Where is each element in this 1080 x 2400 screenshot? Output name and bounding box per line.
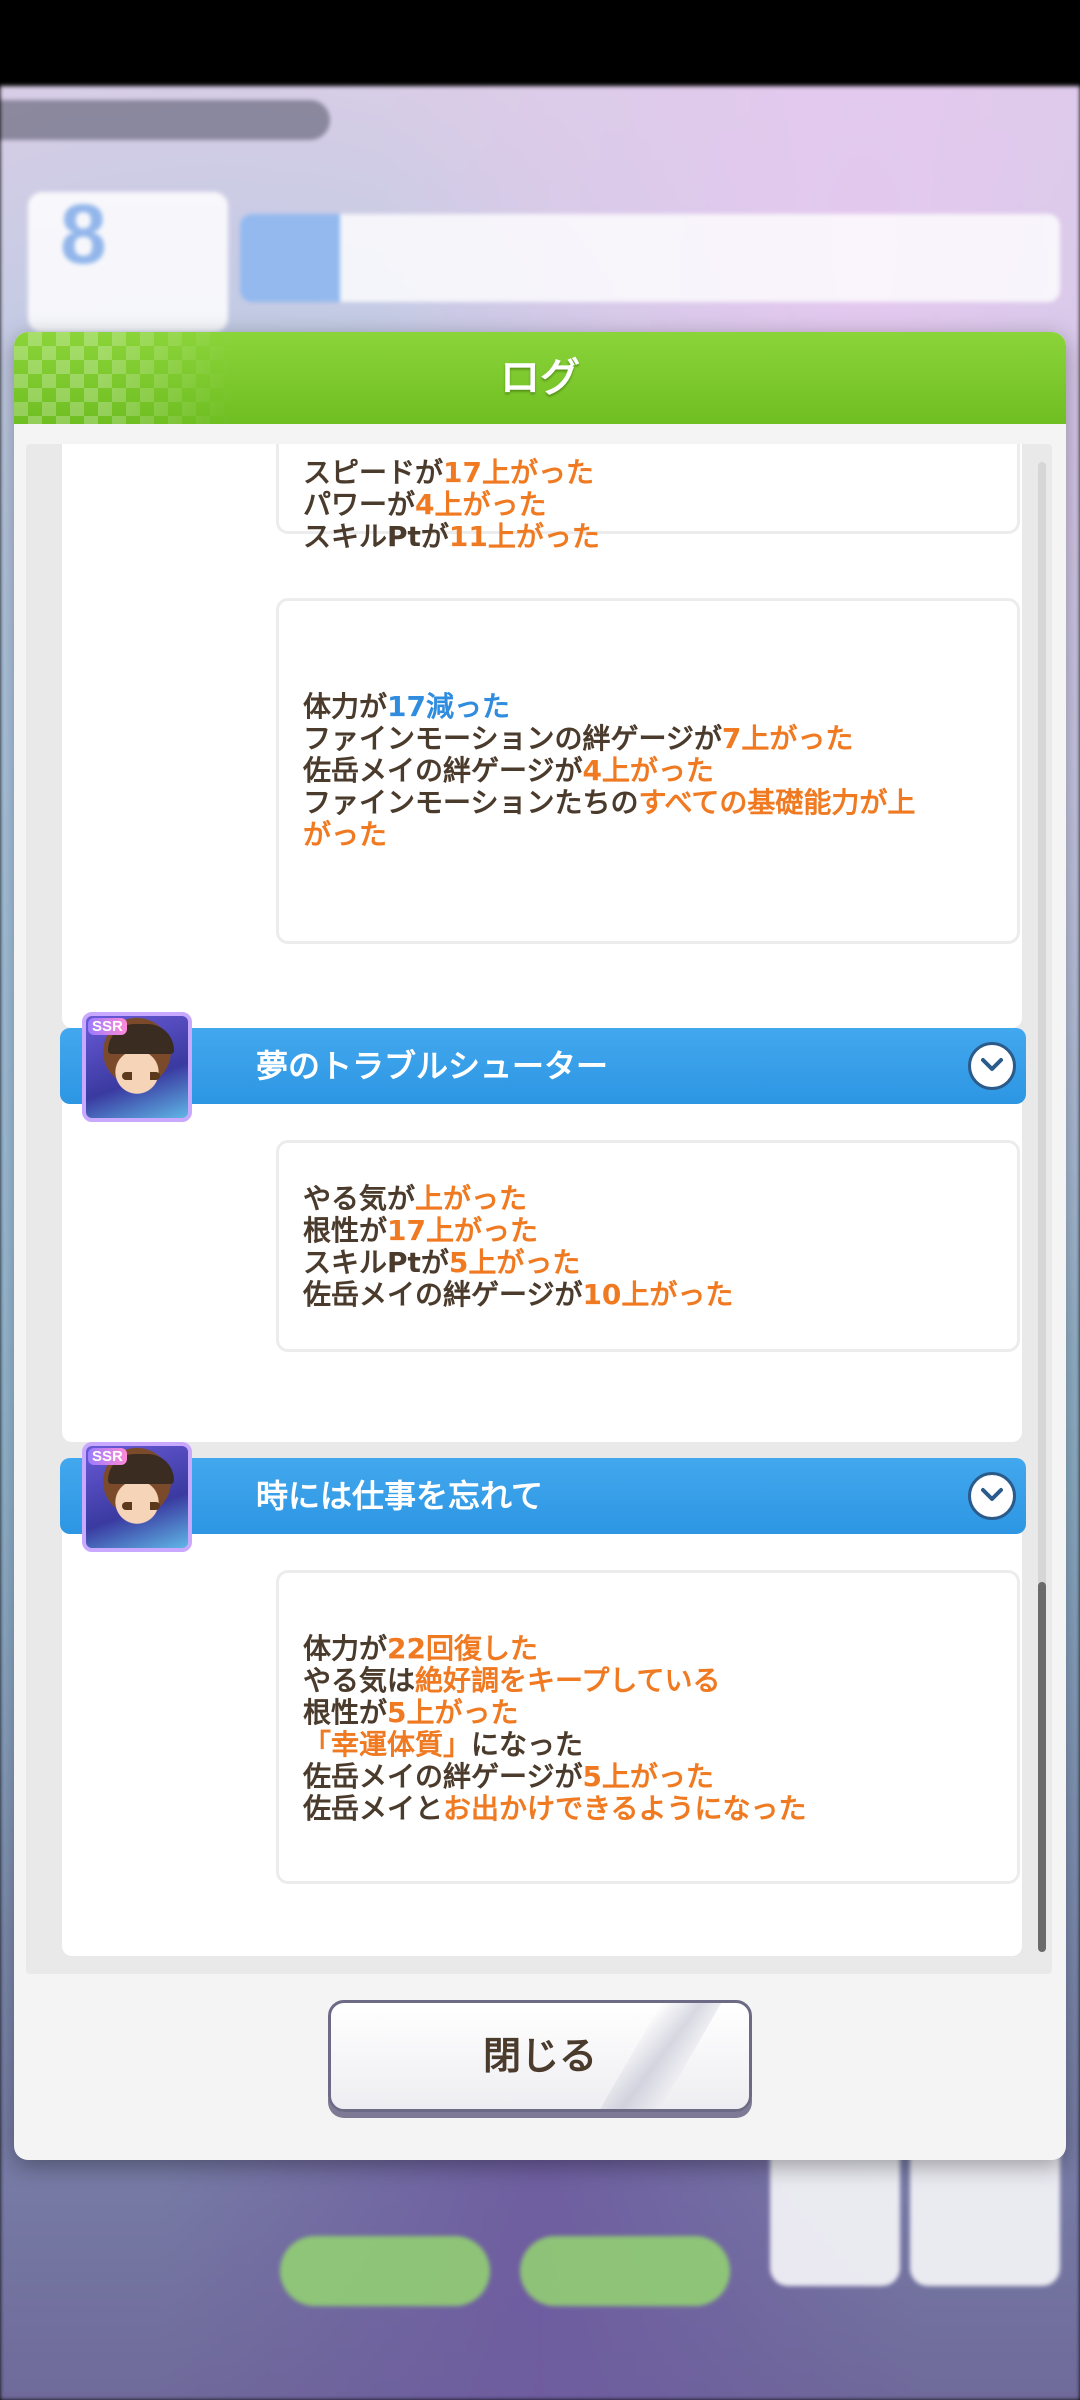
log-line: スキルPtが11上がった: [303, 520, 600, 553]
button-shine: [596, 2003, 722, 2109]
support-card-avatar: SSR: [82, 1442, 192, 1552]
log-text-box: 体力が17減った ファインモーションの絆ゲージが7上がった 佐岳メイの絆ゲージが…: [276, 598, 1020, 944]
support-card-avatar: SSR: [82, 1012, 192, 1122]
log-line: 体力が17減った: [303, 690, 510, 723]
log-line: 体力が22回復した: [303, 1632, 538, 1665]
log-line: スピードが17上がった: [303, 456, 594, 489]
log-line: 根性が17上がった: [303, 1214, 538, 1247]
log-text-box: 体力が22回復した やる気は絶好調をキープしている 根性が5上がった 「幸運体質…: [276, 1570, 1020, 1884]
scrollbar[interactable]: [1038, 462, 1046, 1952]
log-text-box: スピードが17上がった パワーが4上がった スキルPtが11上がった: [276, 444, 1020, 553]
modal-header: ログ: [14, 332, 1066, 424]
auto-button-bg: [520, 2236, 730, 2306]
event-title: 夢のトラブルシューター: [256, 1047, 609, 1085]
log-line: 佐岳メイの絆ゲージが5上がった: [303, 1760, 714, 1793]
log-line: 佐岳メイの絆ゲージが10上がった: [303, 1278, 734, 1311]
log-line: ファインモーションたちのすべての基礎能力が上がった: [303, 786, 916, 851]
chevron-down-icon-glyph: [981, 1058, 1003, 1071]
log-line: 「幸運体質」になった: [303, 1728, 584, 1761]
avatar-eyes: [122, 1072, 160, 1080]
chevron-down-icon[interactable]: [968, 1472, 1016, 1520]
turn-counter-box: [28, 192, 228, 332]
log-line: 佐岳メイの絆ゲージが4上がった: [303, 754, 714, 787]
log-line: 佐岳メイとお出かけできるようになった: [303, 1792, 807, 1825]
close-button-label: 閉じる: [482, 2034, 597, 2078]
goal-tag: [240, 214, 340, 302]
log-line: やる気は絶好調をキープしている: [303, 1664, 721, 1697]
avatar-eyes: [122, 1502, 160, 1510]
background-top-strip: [0, 100, 330, 140]
log-line: やる気が上がった: [303, 1182, 528, 1215]
goal-bar: [240, 214, 1060, 302]
log-text-box: やる気が上がった 根性が17上がった スキルPtが5上がった 佐岳メイの絆ゲージ…: [276, 1140, 1020, 1352]
log-line: スキルPtが5上がった: [303, 1246, 581, 1279]
event-header[interactable]: 夢のトラブルシューター: [60, 1028, 1026, 1104]
log-line: パワーが4上がった: [303, 488, 547, 521]
log-scroll-area[interactable]: スピードが17上がった パワーが4上がった スキルPtが11上がった 体力が17…: [26, 444, 1052, 1974]
ssr-badge: SSR: [88, 1018, 127, 1035]
log-line: 根性が5上がった: [303, 1696, 519, 1729]
chevron-down-icon[interactable]: [968, 1042, 1016, 1090]
event-title: 時には仕事を忘れて: [256, 1477, 544, 1515]
log-line: ファインモーションの絆ゲージが7上がった: [303, 722, 854, 755]
close-button[interactable]: 閉じる: [328, 2000, 752, 2112]
scrollbar-thumb[interactable]: [1038, 1582, 1046, 1952]
event-header[interactable]: 時には仕事を忘れて: [60, 1458, 1026, 1534]
log-modal: ログ スピードが17上がった パワーが4上がった スキルPtが11上がった 体力…: [14, 332, 1066, 2160]
chevron-down-icon-glyph: [981, 1488, 1003, 1501]
skip-button-bg: [280, 2236, 490, 2306]
turn-number: 8: [60, 187, 107, 281]
modal-title: ログ: [500, 355, 580, 401]
ssr-badge: SSR: [88, 1448, 127, 1465]
